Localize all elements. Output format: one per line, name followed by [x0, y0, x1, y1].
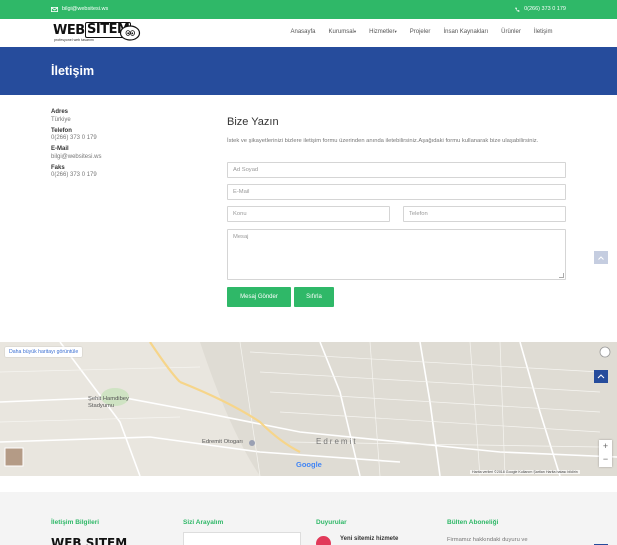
caret-down-icon: ▾ [394, 29, 397, 34]
phone-label: Telefon [51, 127, 72, 134]
footer-callback-title: Sizi Arayalım [183, 519, 224, 526]
message-placeholder: Mesaj [233, 234, 249, 240]
form-title: Bize Yazın [227, 116, 279, 128]
email-label: E-Mail [51, 146, 69, 152]
reset-button[interactable]: Sıfırla [294, 287, 334, 307]
map-credits[interactable]: Harita verileri ©2018 Google Kullanım Şa… [470, 470, 580, 474]
bus-station-label: Edremit Otogarı [202, 439, 243, 445]
main-nav: Anasayfa Kurumsal▾ Hizmetler▾ Projeler İ… [284, 29, 559, 35]
fax-value: 0(266) 373 0 179 [51, 172, 97, 178]
nav-item-anasayfa[interactable]: Anasayfa [284, 29, 322, 35]
logo-word-web: WEB [53, 23, 85, 38]
stadium-label: Şehit Hamdibey Stadyumu [88, 396, 129, 409]
zoom-in-button[interactable]: + [599, 440, 612, 453]
bigger-map-link[interactable]: Daha büyük haritayı görüntüle [5, 347, 83, 357]
nav-label: İletişim [533, 29, 553, 35]
message-field[interactable]: Mesaj [227, 229, 566, 280]
phone-icon [515, 6, 520, 12]
logo-tagline: profesyonel web tasarımı [54, 38, 95, 42]
nav-label: Anasayfa [290, 29, 316, 35]
callback-input[interactable] [183, 532, 301, 545]
contact-form-header: Bize Yazın İstek ve şikayetlerinizi bizl… [227, 116, 567, 145]
town-label: Edremit [316, 437, 358, 446]
footer-newsletter-title: Bülten Aboneliği [447, 519, 499, 526]
topbar-email[interactable]: bilgi@websitesi.ws [51, 6, 108, 12]
topbar-phone[interactable]: 0(266) 373 0 179 [515, 6, 566, 12]
nav-label: İnsan Kaynakları [443, 29, 489, 35]
subject-field[interactable]: Konu [227, 206, 390, 222]
nav-item-urunler[interactable]: Ürünler [495, 29, 528, 35]
nav-label: Hizmetler [369, 29, 395, 35]
nav-label: Projeler [409, 29, 431, 35]
nav-item-iletisim[interactable]: İletişim [527, 29, 559, 35]
page-title-band: İletişim [0, 47, 617, 95]
email-value[interactable]: bilgi@websitesi.ws [51, 154, 201, 160]
form-description: İstek ve şikayetlerinizi bizlere iletişi… [227, 138, 539, 144]
page-title: İletişim [51, 64, 95, 78]
topbar-email-text: bilgi@websitesi.ws [62, 6, 109, 12]
newsletter-text: Firmamız hakkındaki duyuru ve [447, 537, 528, 543]
contact-info: Adres Türkiye Telefon 0(266) 373 0 179 E… [51, 109, 201, 178]
sheep-mascot-icon [119, 25, 141, 41]
news-item[interactable]: Yeni sitemiz hizmete [340, 536, 398, 542]
topbar-phone-text: 0(266) 373 0 179 [524, 6, 566, 12]
google-text: Google [296, 460, 322, 469]
resize-handle-icon[interactable] [559, 273, 564, 278]
news-badge-icon [316, 536, 331, 545]
address-label: Adres [51, 109, 69, 115]
footer-logo: WEB SITEM [51, 536, 128, 545]
fax-label: Faks [51, 164, 65, 171]
phone-value[interactable]: 0(266) 373 0 179 [51, 135, 201, 141]
reset-label: Sıfırla [306, 294, 322, 300]
top-bar: bilgi@websitesi.ws 0(266) 373 0 179 [0, 0, 617, 19]
phone-field[interactable]: Telefon [403, 206, 566, 222]
footer-news-title: Duyurular [316, 519, 347, 526]
nav-label: Kurumsal [328, 29, 354, 35]
email-placeholder: E-Mail [233, 189, 250, 195]
chevron-up-icon [598, 255, 604, 260]
footer-contact-title: İletişim Bilgileri [51, 519, 100, 526]
location-map[interactable]: Daha büyük haritayı görüntüle Şehit Hamd… [0, 342, 617, 476]
nav-item-hizmetler[interactable]: Hizmetler▾ [363, 29, 404, 35]
google-logo: Google [296, 460, 322, 469]
phone-placeholder: Telefon [409, 211, 428, 217]
map-zoom-control: + − [599, 440, 612, 467]
send-label: Mesaj Gönder [240, 294, 278, 300]
site-footer: İletişim Bilgileri Sizi Arayalım Duyurul… [0, 492, 617, 545]
nav-item-projeler[interactable]: Projeler [403, 29, 437, 35]
send-message-button[interactable]: Mesaj Gönder [227, 287, 291, 307]
caret-down-icon: ▾ [353, 29, 357, 34]
scroll-top-button[interactable] [594, 251, 608, 264]
name-placeholder: Ad Soyad [233, 167, 259, 173]
nav-item-kurumsal[interactable]: Kurumsal▾ [322, 29, 363, 35]
address-value: Türkiye [51, 116, 71, 123]
nav-item-insan-kaynaklari[interactable]: İnsan Kaynakları [437, 29, 495, 35]
name-field[interactable]: Ad Soyad [227, 162, 566, 178]
envelope-icon [51, 6, 58, 12]
site-logo[interactable]: WEB SITEM profesyonel web tasarımı [53, 22, 143, 44]
subject-placeholder: Konu [233, 211, 247, 217]
email-field[interactable]: E-Mail [227, 184, 566, 200]
site-header: WEB SITEM profesyonel web tasarımı Anasa… [0, 19, 617, 47]
zoom-out-button[interactable]: − [599, 453, 612, 466]
nav-label: Ürünler [501, 29, 521, 35]
